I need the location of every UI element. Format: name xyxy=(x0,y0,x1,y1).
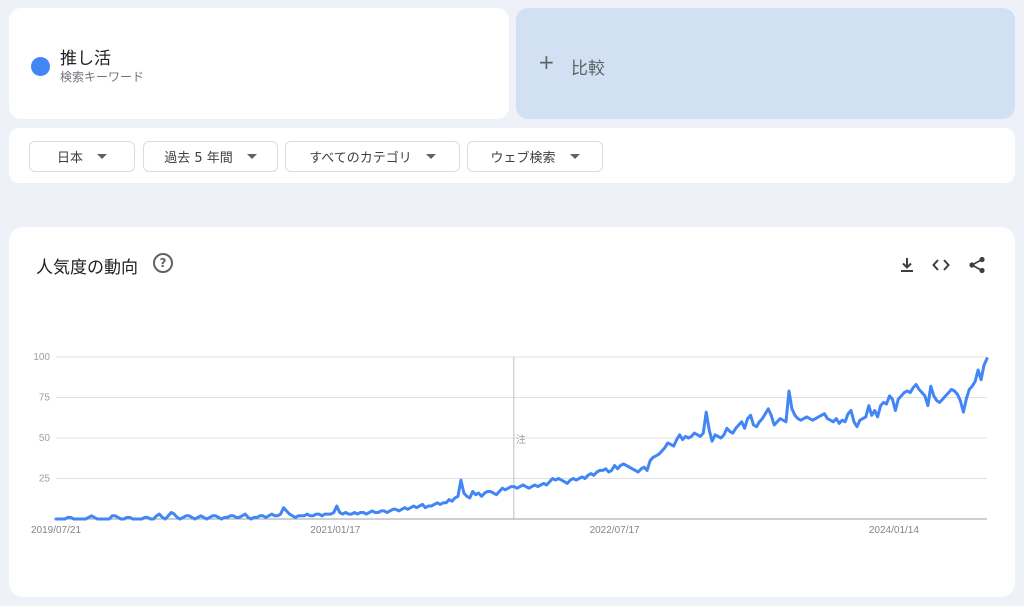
caret-down-icon xyxy=(97,154,107,159)
plus-icon: + xyxy=(538,50,555,74)
period-filter-label: 過去 5 年間 xyxy=(164,151,233,166)
period-filter[interactable]: 過去 5 年間 xyxy=(143,141,278,172)
category-filter-label: すべてのカテゴリ xyxy=(309,151,412,166)
interest-over-time-card: 人気度の動向 ? 100 75 50 25 注 2019/07/21 2021/01/17 2… xyxy=(9,227,1015,597)
trend-chart: 100 75 50 25 注 2019/07/21 2021/01/17 2022/07/17… xyxy=(31,352,989,536)
caret-down-icon xyxy=(569,154,580,159)
caret-down-icon xyxy=(425,154,436,159)
region-filter-label: 日本 xyxy=(56,151,83,166)
y-tick-label: 100 xyxy=(33,352,50,363)
caret-down-icon xyxy=(246,154,257,159)
category-filter[interactable]: すべてのカテゴリ xyxy=(285,141,460,172)
y-tick-label: 50 xyxy=(39,433,51,444)
term-name: 推し活 xyxy=(60,49,111,69)
filter-bar: 日本 過去 5 年間 すべてのカテゴリ ウェブ検索 xyxy=(9,128,1015,183)
term-color-dot xyxy=(31,57,50,76)
search-type-filter-label: ウェブ検索 xyxy=(490,151,556,166)
y-tick-label: 25 xyxy=(39,474,51,485)
annotation-label: 注 xyxy=(516,433,526,446)
x-tick-label: 2019/07/21 xyxy=(31,525,81,536)
x-tick-label: 2024/01/14 xyxy=(869,525,919,536)
region-filter[interactable]: 日本 xyxy=(29,141,135,172)
compare-label: 比較 xyxy=(571,59,605,79)
search-term-card[interactable]: 推し活 検索キーワード xyxy=(9,8,509,119)
search-type-filter[interactable]: ウェブ検索 xyxy=(467,141,603,172)
compare-button[interactable]: + 比較 xyxy=(516,8,1015,119)
y-tick-label: 75 xyxy=(39,393,51,404)
x-tick-label: 2021/01/17 xyxy=(310,525,360,536)
x-tick-label: 2022/07/17 xyxy=(590,525,640,536)
term-type: 検索キーワード xyxy=(60,70,145,84)
